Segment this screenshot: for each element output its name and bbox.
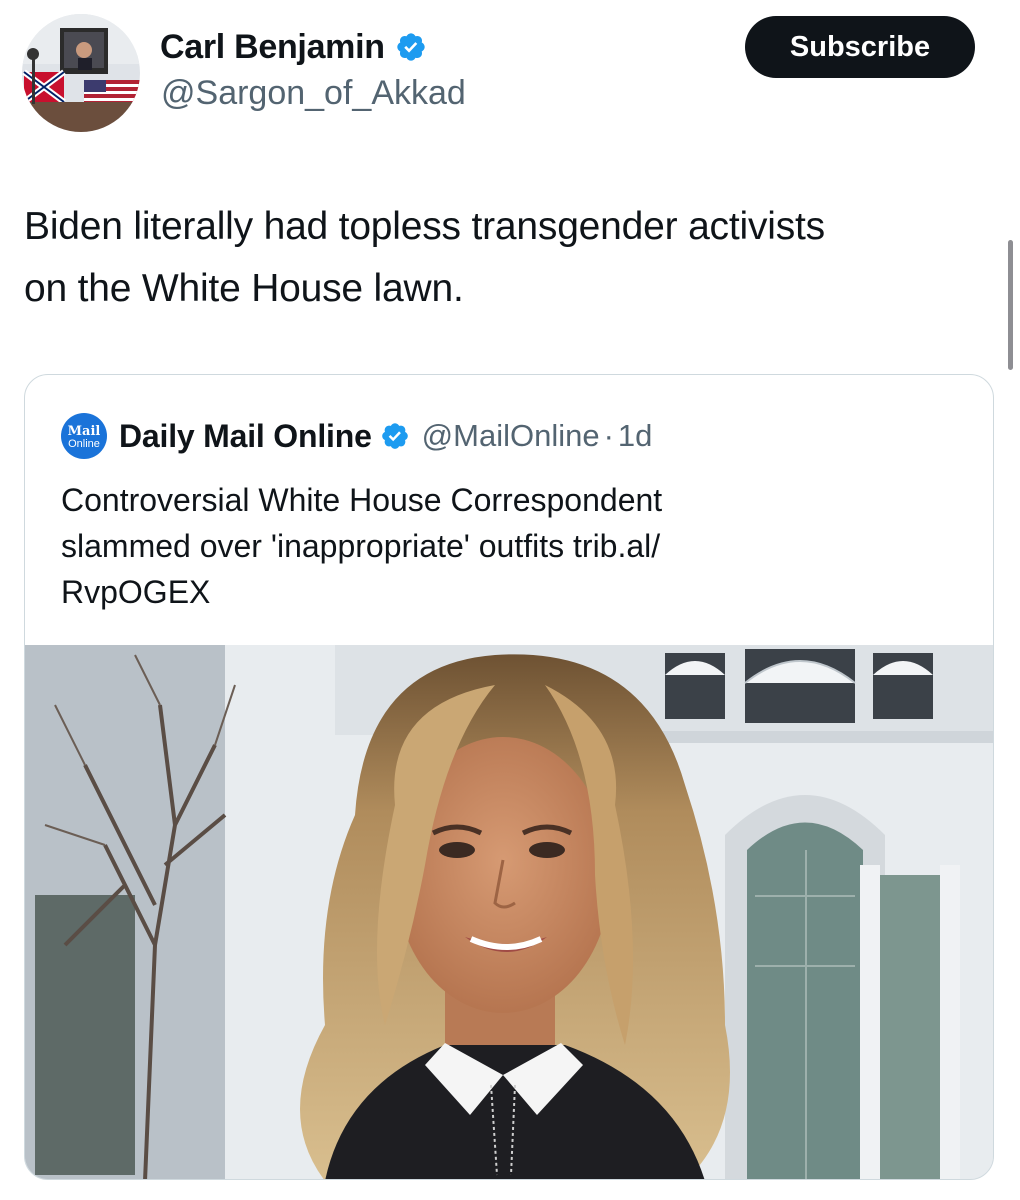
author-avatar[interactable] [22, 14, 140, 132]
quoted-tweet-text: Controversial White House Correspondent … [61, 477, 961, 615]
verified-badge-icon [395, 31, 427, 63]
quoted-author-name[interactable]: Daily Mail Online [119, 418, 372, 455]
quoted-text-line: RvpOGEX [61, 574, 211, 610]
quoted-text-line: Controversial White House Correspondent [61, 482, 663, 518]
separator-dot: · [603, 418, 614, 453]
verified-badge-icon [380, 421, 410, 451]
quoted-text-line: slammed over 'inappropriate' outfits tri… [61, 528, 661, 564]
author-name-row: Carl Benjamin [160, 25, 427, 69]
quoted-author-handle[interactable]: @MailOnline [422, 418, 600, 454]
tweet-text-line: Biden literally had topless transgender … [24, 205, 825, 248]
tweet-text-line: on the White House lawn. [24, 267, 464, 310]
author-name[interactable]: Carl Benjamin [160, 28, 385, 67]
logo-text-mail: Mail [67, 423, 101, 439]
scrollbar[interactable] [1008, 240, 1013, 370]
quoted-tweet-card[interactable]: Mail Online Daily Mail Online @MailOnlin… [24, 374, 994, 1180]
quoted-tweet-header: Mail Online Daily Mail Online @MailOnlin… [61, 411, 652, 461]
avatar-image [22, 14, 140, 132]
photo-image [25, 645, 993, 1179]
logo-text-online: Online [68, 437, 100, 450]
quoted-tweet-photo[interactable] [25, 645, 993, 1179]
tweet-text: Biden literally had topless transgender … [24, 196, 994, 320]
mail-online-logo-icon[interactable]: Mail Online [61, 413, 107, 459]
quoted-timestamp[interactable]: 1d [618, 418, 652, 454]
subscribe-button[interactable]: Subscribe [745, 16, 975, 78]
author-handle[interactable]: @Sargon_of_Akkad [161, 74, 466, 113]
